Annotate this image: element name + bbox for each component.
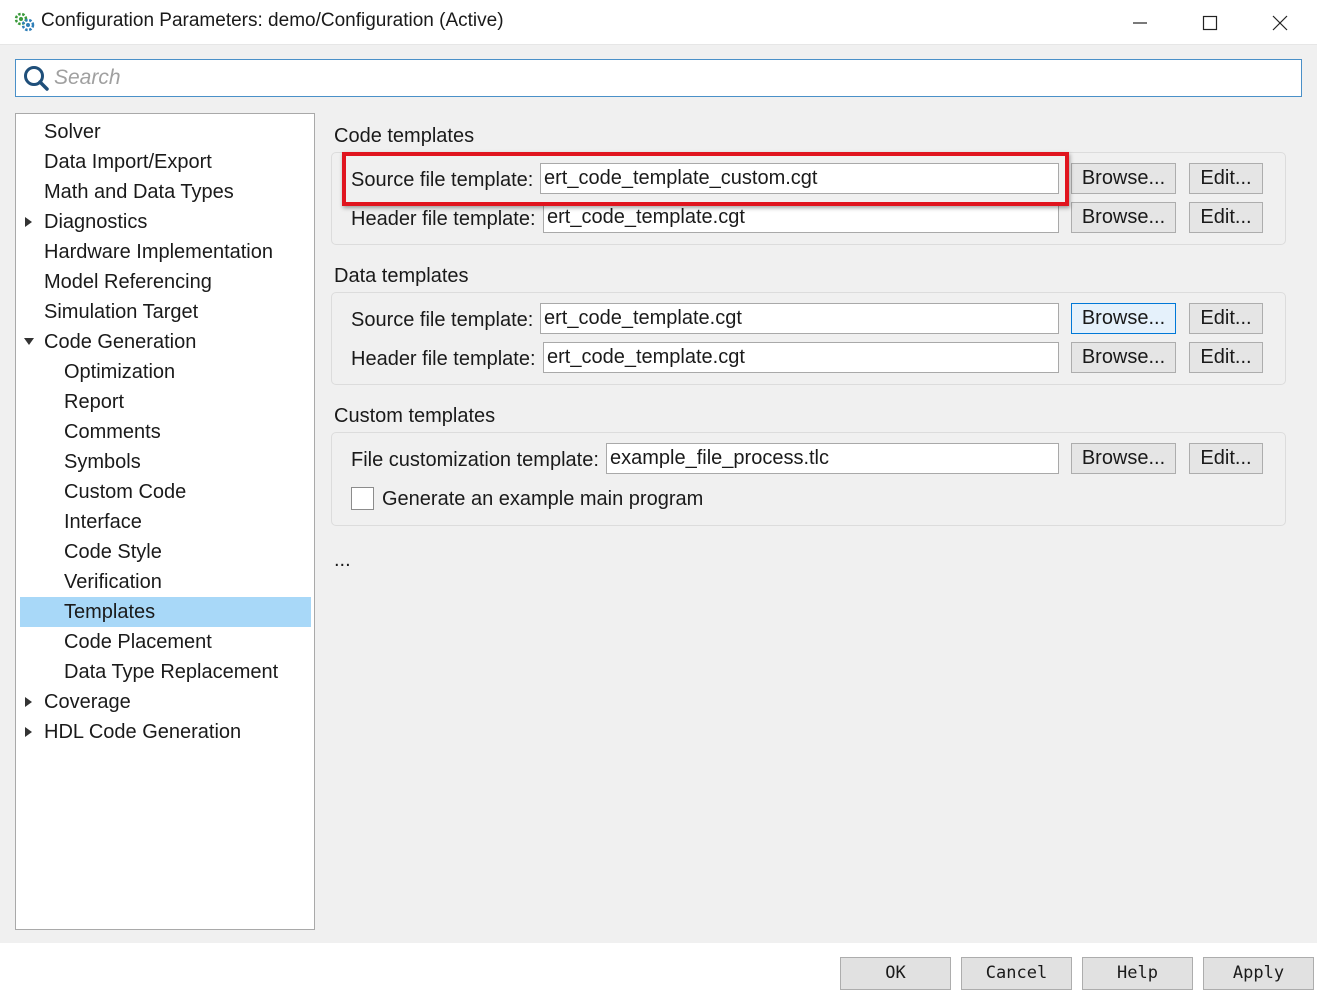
minimize-button[interactable] <box>1105 0 1175 45</box>
tree-item-label: Simulation Target <box>44 301 199 323</box>
custom-edit-button[interactable]: Edit... <box>1189 443 1263 474</box>
tree-item-code-placement[interactable]: Code Placement <box>20 627 311 657</box>
file-customization-label: File customization template: <box>351 449 599 471</box>
tree-item-coverage[interactable]: Coverage <box>20 687 311 717</box>
tree-item-label: Optimization <box>64 361 176 383</box>
tree-item-label: Coverage <box>44 691 131 713</box>
collapsed-arrow-icon[interactable] <box>24 727 34 737</box>
tree-item-simulation-target[interactable]: Simulation Target <box>20 297 311 327</box>
data-header-browse-button[interactable]: Browse... <box>1071 342 1176 373</box>
tree-item-solver[interactable]: Solver <box>20 117 311 147</box>
generate-main-checkbox[interactable] <box>351 487 374 510</box>
more-indicator: ... <box>334 549 351 571</box>
expanded-arrow-icon[interactable] <box>24 337 34 347</box>
tree-item-label: Verification <box>64 571 162 593</box>
data-templates-title: Data templates <box>334 265 469 287</box>
code-header-browse-button[interactable]: Browse... <box>1071 202 1176 233</box>
tree-item-hdl-code-generation[interactable]: HDL Code Generation <box>20 717 311 747</box>
ok-button[interactable]: OK <box>840 957 951 990</box>
tree-item-math-and-data-types[interactable]: Math and Data Types <box>20 177 311 207</box>
category-tree: Solver Data Import/Export Math and Data Ty… <box>15 113 315 930</box>
tree-item-report[interactable]: Report <box>20 387 311 417</box>
generate-main-label[interactable]: Generate an example main program <box>382 488 703 511</box>
tree-item-label: Code Style <box>64 541 162 563</box>
help-button[interactable]: Help <box>1082 957 1193 990</box>
tree-item-label: Data Type Replacement <box>64 661 279 683</box>
data-source-edit-button[interactable]: Edit... <box>1189 303 1263 334</box>
search-box[interactable] <box>15 59 1302 97</box>
gear-cluster-icon <box>14 12 35 32</box>
tree-item-hardware-implementation[interactable]: Hardware Implementation <box>20 237 311 267</box>
tree-item-optimization[interactable]: Optimization <box>20 357 311 387</box>
code-source-edit-button[interactable]: Edit... <box>1189 163 1263 194</box>
data-source-browse-button[interactable]: Browse... <box>1071 303 1176 334</box>
tree-item-label: Solver <box>44 121 101 143</box>
tree-item-model-referencing[interactable]: Model Referencing <box>20 267 311 297</box>
tree-item-label: Code Generation <box>44 331 197 353</box>
cancel-button[interactable]: Cancel <box>961 957 1072 990</box>
tree-item-label: Diagnostics <box>44 211 148 233</box>
tree-item-verification[interactable]: Verification <box>20 567 311 597</box>
custom-browse-button[interactable]: Browse... <box>1071 443 1176 474</box>
tree-item-data-type-replacement[interactable]: Data Type Replacement <box>20 657 311 687</box>
tree-item-label: Math and Data Types <box>44 181 234 203</box>
tree-item-data-import-export[interactable]: Data Import/Export <box>20 147 311 177</box>
data-header-field[interactable]: ert_code_template.cgt <box>543 342 1059 373</box>
collapsed-arrow-icon[interactable] <box>24 697 34 707</box>
tree-item-label: Hardware Implementation <box>44 241 273 263</box>
tree-item-label: HDL Code Generation <box>44 721 242 743</box>
code-header-label: Header file template: <box>351 208 536 230</box>
tree-item-label: Code Placement <box>64 631 212 653</box>
data-header-label: Header file template: <box>351 348 536 370</box>
code-templates-title: Code templates <box>334 125 475 147</box>
minimize-icon <box>1133 21 1147 24</box>
collapsed-arrow-icon[interactable] <box>24 217 34 227</box>
window-title: Configuration Parameters: demo/Configura… <box>41 10 504 31</box>
tree-item-diagnostics[interactable]: Diagnostics <box>20 207 311 237</box>
tree-item-code-generation[interactable]: Code Generation <box>20 327 311 357</box>
file-customization-field[interactable]: example_file_process.tlc <box>606 443 1059 474</box>
tree-item-code-style[interactable]: Code Style <box>20 537 311 567</box>
code-source-browse-button[interactable]: Browse... <box>1071 163 1176 194</box>
tree-item-label: Symbols <box>64 451 141 473</box>
close-button[interactable] <box>1245 0 1315 45</box>
tree-item-label: Templates <box>64 601 156 623</box>
code-header-field[interactable]: ert_code_template.cgt <box>543 202 1059 233</box>
apply-button[interactable]: Apply <box>1203 957 1314 990</box>
tree-item-label: Model Referencing <box>44 271 212 293</box>
close-icon <box>1272 15 1288 30</box>
tree-item-comments[interactable]: Comments <box>20 417 311 447</box>
search-input[interactable] <box>54 63 1294 93</box>
tree-item-label: Data Import/Export <box>44 151 212 173</box>
maximize-icon <box>1202 15 1218 30</box>
maximize-button[interactable] <box>1175 0 1245 45</box>
tree-item-custom-code[interactable]: Custom Code <box>20 477 311 507</box>
code-source-field[interactable]: ert_code_template_custom.cgt <box>540 163 1059 194</box>
tree-item-templates[interactable]: Templates <box>20 597 311 627</box>
code-header-edit-button[interactable]: Edit... <box>1189 202 1263 233</box>
tree-item-label: Report <box>64 391 125 413</box>
tree-item-label: Custom Code <box>64 481 187 503</box>
tree-item-interface[interactable]: Interface <box>20 507 311 537</box>
code-source-label: Source file template: <box>351 169 534 191</box>
tree-item-label: Comments <box>64 421 161 443</box>
data-header-edit-button[interactable]: Edit... <box>1189 342 1263 373</box>
custom-templates-title: Custom templates <box>334 405 496 427</box>
dialog-body: Solver Data Import/Export Math and Data Ty… <box>0 45 1317 943</box>
title-bar: Configuration Parameters: demo/Configura… <box>0 0 1317 45</box>
search-icon <box>24 66 49 91</box>
data-source-field[interactable]: ert_code_template.cgt <box>540 303 1059 334</box>
data-source-label: Source file template: <box>351 309 534 331</box>
tree-item-label: Interface <box>64 511 142 533</box>
tree-item-symbols[interactable]: Symbols <box>20 447 311 477</box>
